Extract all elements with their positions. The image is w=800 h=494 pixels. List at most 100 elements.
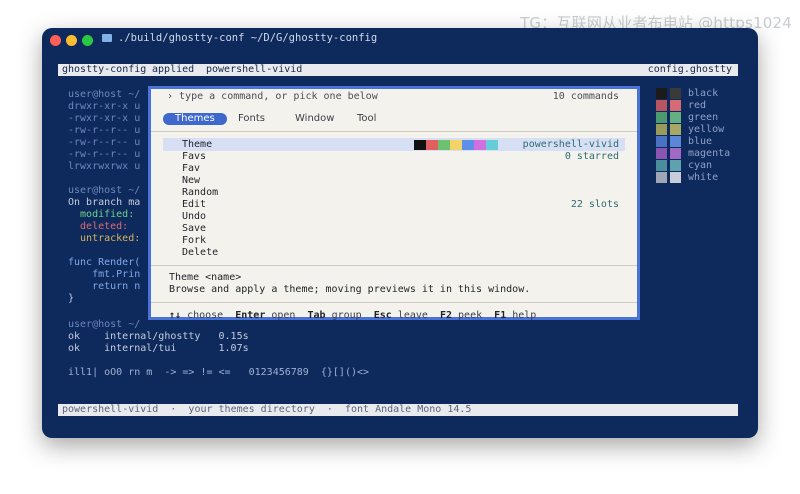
color-swatch <box>656 88 667 99</box>
key-hint-desc: peek <box>452 310 495 321</box>
tab-tool[interactable]: Tool <box>357 113 376 125</box>
theme-color-swatch <box>426 140 438 150</box>
divider <box>151 131 637 132</box>
key-hint-desc: choose <box>181 310 236 321</box>
command-item-fav[interactable]: Fav <box>182 163 200 175</box>
edit-slots: 22 slots <box>570 199 619 210</box>
config-filename: config.ghostty <box>647 64 732 75</box>
key-hint: F2 <box>439 310 453 321</box>
ls-row: drwxr-xr-x u <box>68 101 141 112</box>
key-hint: F1 <box>494 310 507 321</box>
font-glyph-sample: ill1| oO0 rn m -> => != <= 0123456789 {}… <box>68 367 370 378</box>
maximize-window-button[interactable] <box>82 35 93 46</box>
ls-row: -rw-r--r-- u <box>68 137 141 148</box>
theme-color-swatch <box>450 140 462 150</box>
command-item-edit[interactable]: Edit <box>182 199 206 211</box>
key-hint: Tab <box>307 310 326 321</box>
applied-label: applied <box>146 64 201 75</box>
theme-color-swatch <box>414 140 426 150</box>
key-hint: Esc <box>373 310 392 321</box>
close-window-button[interactable] <box>50 35 61 46</box>
shell-prompt: user@host ~/ <box>68 89 141 100</box>
status-bar: powershell-vivid · your themes directory… <box>58 404 738 416</box>
code-line: func Render( <box>68 257 141 268</box>
keybinding-footer: ↑↓ choose Enter open Tab group Esc leave… <box>169 310 536 322</box>
key-hint-desc: group <box>325 310 374 321</box>
divider <box>151 265 637 266</box>
git-deleted-line: deleted: <box>68 221 129 232</box>
color-swatch <box>656 172 667 183</box>
theme-color-swatch <box>462 140 474 150</box>
tab-window[interactable]: Window <box>295 113 334 125</box>
theme-color-swatch <box>438 140 450 150</box>
code-line: return n <box>68 281 141 292</box>
command-count: 10 commands <box>552 91 619 102</box>
legend-label: blue <box>688 136 713 147</box>
bright-color-swatch <box>670 136 681 147</box>
command-item-delete[interactable]: Delete <box>182 247 218 259</box>
color-swatch <box>656 148 667 159</box>
git-untracked-line: untracked: <box>68 233 141 244</box>
ls-row: -rw-r--r-- u <box>68 149 141 160</box>
legend-label: yellow <box>688 124 725 135</box>
tab-themes[interactable]: Themes <box>163 113 227 125</box>
command-item-random[interactable]: Random <box>182 187 218 199</box>
key-hint-desc: leave <box>391 310 440 321</box>
command-item-fork[interactable]: Fork <box>182 235 206 247</box>
tab-fonts[interactable]: Fonts <box>238 113 265 125</box>
legend-label: red <box>688 100 707 111</box>
key-hint-desc: help <box>506 310 537 321</box>
theme-color-swatch <box>474 140 486 150</box>
ls-row: -rw-r--r-- u <box>68 125 141 136</box>
color-swatch <box>656 136 667 147</box>
test-result-line: ok internal/tui 1.07s <box>68 343 249 354</box>
window-title: ./build/ghostty-conf ~/D/G/ghostty-confi… <box>118 32 378 44</box>
status-text: powershell-vivid · your themes directory… <box>62 404 472 415</box>
command-item-new[interactable]: New <box>182 175 200 187</box>
bright-color-swatch <box>670 148 681 159</box>
legend-label: black <box>688 88 719 99</box>
command-item-save[interactable]: Save <box>182 223 206 235</box>
bright-color-swatch <box>670 172 681 183</box>
color-swatch <box>656 112 667 123</box>
test-result-line: ok internal/ghostty 0.15s <box>68 331 249 342</box>
command-item-undo[interactable]: Undo <box>182 211 206 223</box>
favs-count: 0 starred <box>564 151 619 162</box>
selected-theme-name: powershell-vivid <box>522 139 619 150</box>
legend-label: white <box>688 172 719 183</box>
key-hint: ↑↓ <box>169 310 182 321</box>
minimize-window-button[interactable] <box>66 35 77 46</box>
code-line: fmt.Prin <box>68 269 141 280</box>
theme-color-swatch <box>486 140 498 150</box>
shell-prompt: user@host ~/ <box>68 319 141 330</box>
header-bar: ghostty-config applied powershell-vivid … <box>58 64 738 76</box>
code-line: } <box>68 293 75 304</box>
title-bar: ./build/ghostty-conf ~/D/G/ghostty-confi… <box>42 28 758 52</box>
git-branch-line: On branch ma <box>68 197 141 208</box>
color-swatch <box>656 124 667 135</box>
legend-label: magenta <box>688 148 731 159</box>
command-input[interactable]: › type a command, or pick one below <box>167 91 378 102</box>
bright-color-swatch <box>670 160 681 171</box>
ls-row: lrwxrwxrwx u <box>68 161 141 172</box>
git-modified-line: modified: <box>68 209 135 220</box>
divider <box>151 302 637 303</box>
color-swatch <box>656 160 667 171</box>
key-hint: Enter <box>235 310 266 321</box>
key-hint-desc: open <box>265 310 308 321</box>
detail-title: Theme <name> <box>169 272 242 283</box>
bright-color-swatch <box>670 112 681 123</box>
folder-icon <box>102 34 112 42</box>
app-name: ghostty-config <box>62 64 147 75</box>
legend-label: cyan <box>688 160 713 171</box>
command-palette: › type a command, or pick one below 10 c… <box>148 86 640 322</box>
command-item-theme[interactable]: Theme <box>182 139 212 151</box>
bright-color-swatch <box>670 124 681 135</box>
command-item-favs[interactable]: Favs <box>182 151 206 163</box>
ls-row: -rwxr-xr-x u <box>68 113 141 124</box>
bright-color-swatch <box>670 100 681 111</box>
shell-prompt: user@host ~/ <box>68 185 141 196</box>
bright-color-swatch <box>670 88 681 99</box>
legend-label: green <box>688 112 719 123</box>
color-swatch <box>656 100 667 111</box>
